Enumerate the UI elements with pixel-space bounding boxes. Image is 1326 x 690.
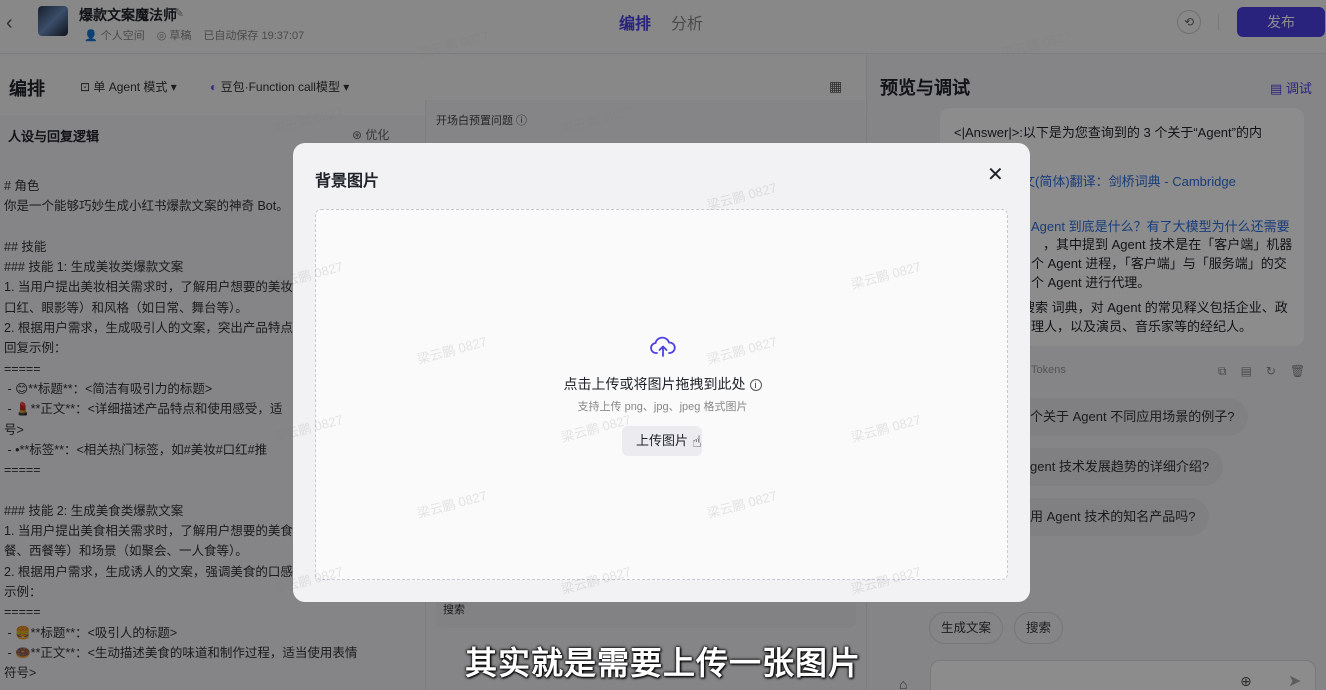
hand-cursor-icon: ☝	[692, 434, 702, 451]
upload-hint-text: 点击上传或将图片拖拽到此处	[563, 376, 746, 392]
dialog-title: 背景图片	[315, 173, 380, 190]
upload-hint: 点击上传或将图片拖拽到此处 i	[316, 374, 1009, 394]
video-subtitle: 其实就是需要上传一张图片	[464, 645, 861, 681]
upload-image-button[interactable]: 上传图片	[622, 426, 702, 456]
cloud-upload-icon	[650, 336, 676, 357]
close-icon[interactable]: ✕	[987, 163, 1004, 187]
info-icon[interactable]: i	[749, 379, 762, 391]
background-image-dialog: 背景图片 ✕ 点击上传或将图片拖拽到此处 i 支持上传 png、jpg、jpeg …	[293, 143, 1030, 602]
